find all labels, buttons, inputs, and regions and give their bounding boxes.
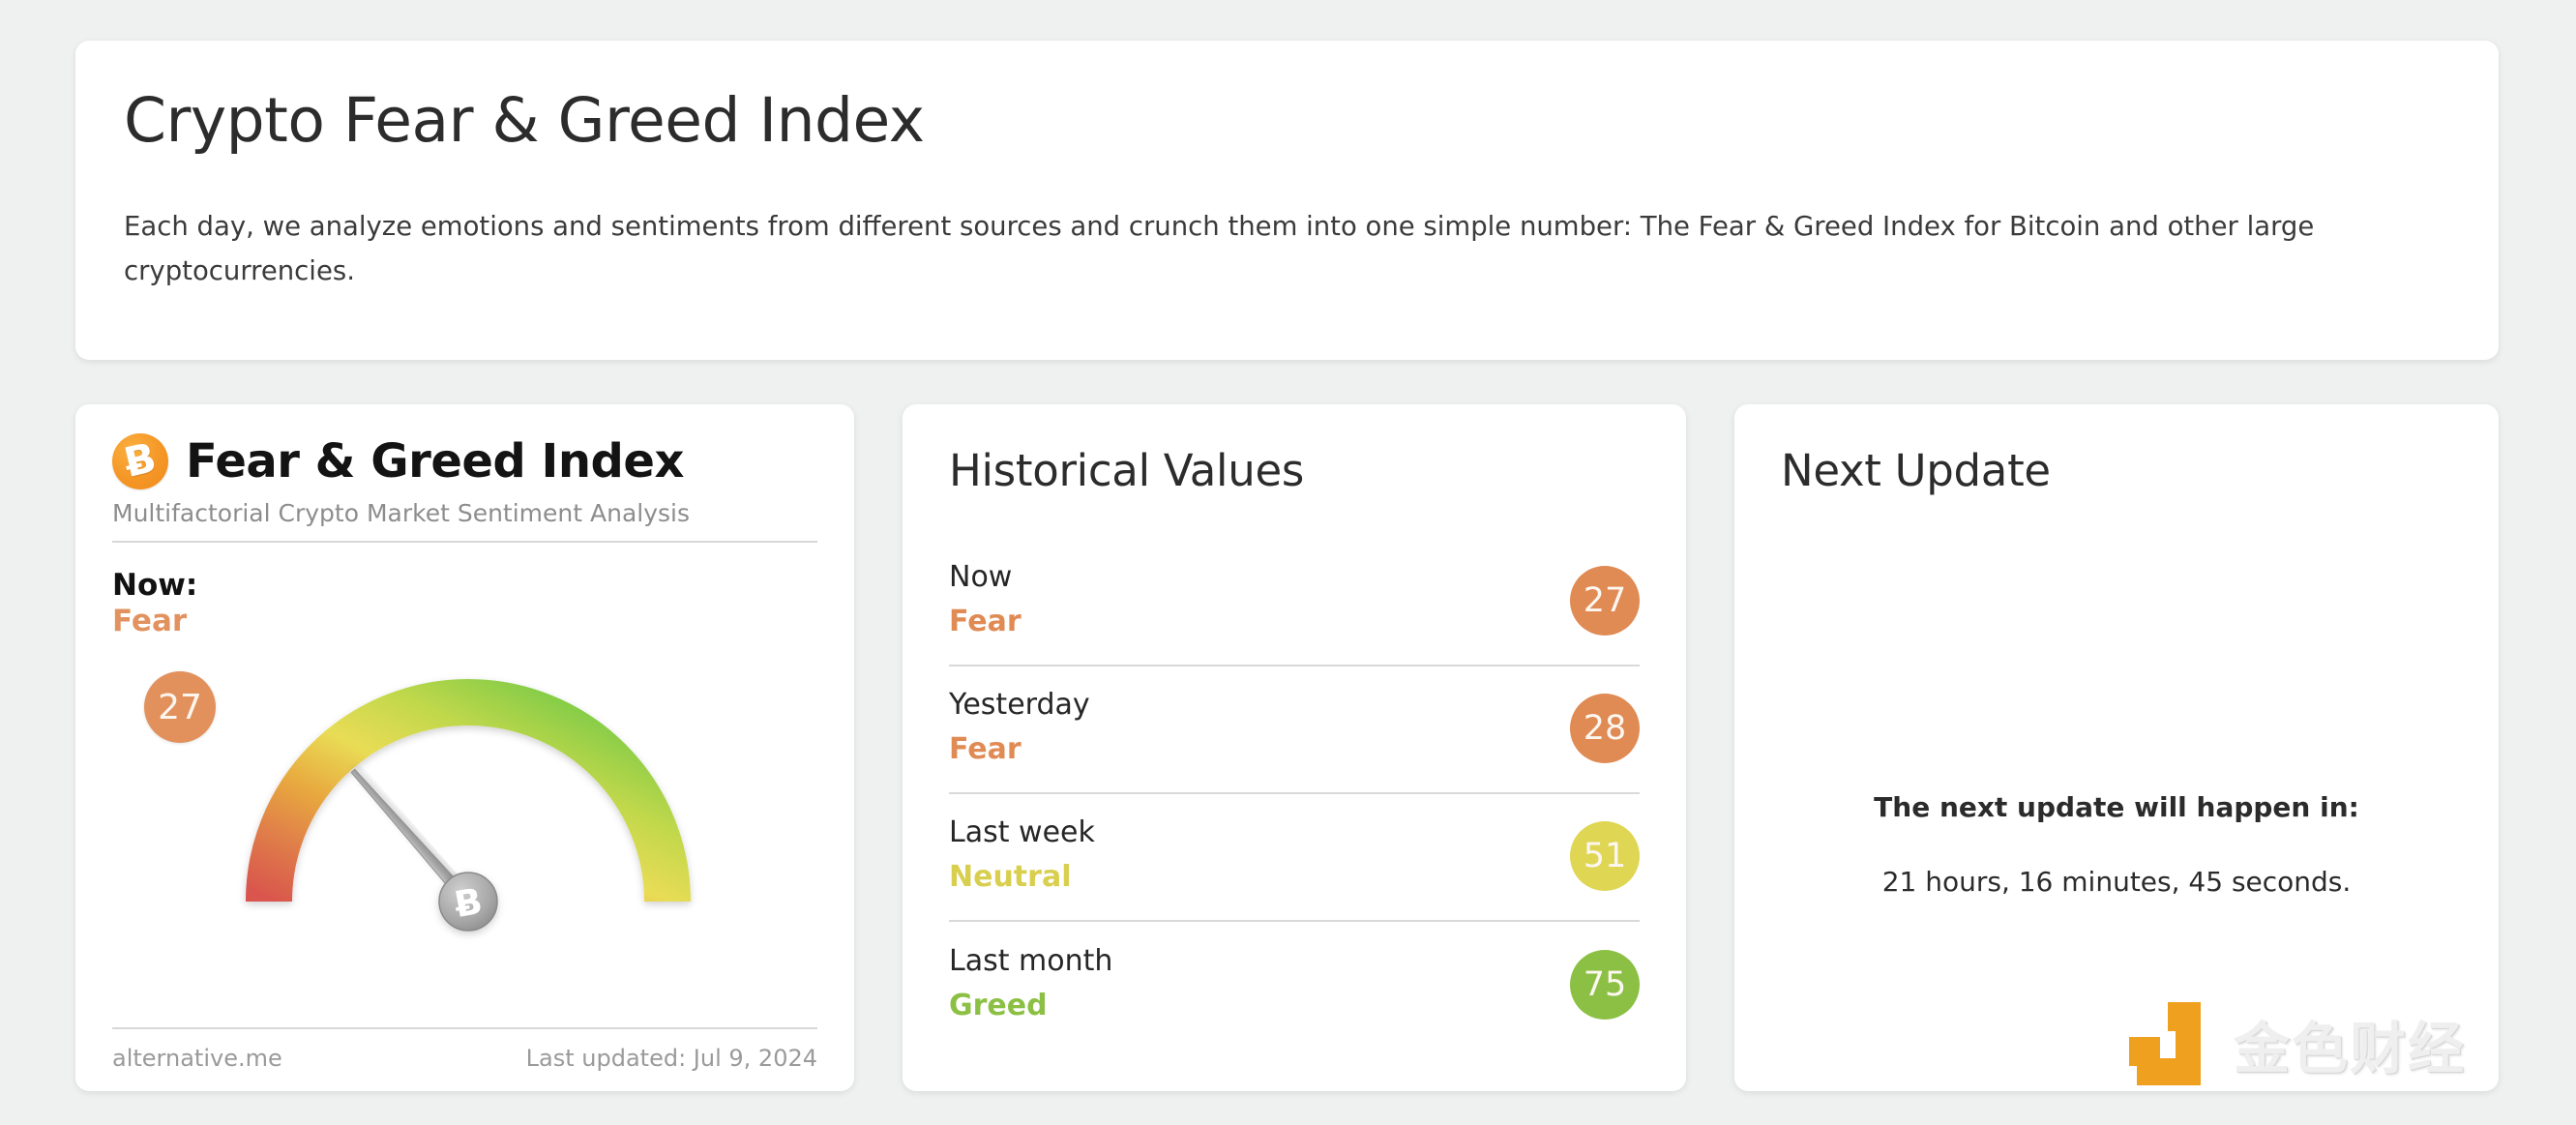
list-item: Yesterday Fear 28 bbox=[949, 666, 1640, 794]
gauge-card-subtitle: Multifactorial Crypto Market Sentiment A… bbox=[112, 499, 817, 543]
next-update-title: Next Update bbox=[1781, 445, 2051, 496]
history-entry-text: Now Fear bbox=[949, 558, 1022, 642]
bitcoin-glyph: Ƀ bbox=[119, 432, 161, 487]
watermark: 金色财经 bbox=[2128, 1002, 2466, 1085]
history-value-badge: 51 bbox=[1570, 821, 1640, 891]
history-entry-text: Yesterday Fear bbox=[949, 686, 1090, 770]
history-value-badge: 75 bbox=[1570, 950, 1640, 1020]
historical-values-list: Now Fear 27 Yesterday Fear 28 Last week bbox=[949, 539, 1640, 1050]
next-update-body: The next update will happen in: 21 hours… bbox=[1734, 791, 2499, 898]
gauge-card-header: Ƀ Fear & Greed Index bbox=[112, 433, 817, 489]
history-period: Now bbox=[949, 560, 1013, 595]
historical-values-card: Historical Values Now Fear 27 Yesterday … bbox=[903, 404, 1686, 1091]
history-period: Yesterday bbox=[949, 688, 1090, 723]
watermark-text: 金色财经 bbox=[2233, 1016, 2466, 1081]
history-classification: Neutral bbox=[949, 859, 1072, 894]
next-update-countdown: 21 hours, 16 minutes, 45 seconds. bbox=[1881, 866, 2352, 898]
page-title: Crypto Fear & Greed Index bbox=[124, 85, 925, 156]
history-period: Last week bbox=[949, 815, 1095, 850]
next-update-card: Next Update The next update will happen … bbox=[1734, 404, 2499, 1091]
card-row: Ƀ Fear & Greed Index Multifactorial Cryp… bbox=[75, 404, 2499, 1091]
history-value-badge: 27 bbox=[1570, 566, 1640, 636]
bitcoin-icon: Ƀ bbox=[112, 433, 168, 489]
now-label: Now: bbox=[112, 568, 198, 603]
jinse-logo-icon bbox=[2128, 1002, 2212, 1085]
fear-greed-gauge-card: Ƀ Fear & Greed Index Multifactorial Cryp… bbox=[75, 404, 854, 1091]
page-description: Each day, we analyze emotions and sentim… bbox=[124, 211, 2315, 287]
history-classification: Fear bbox=[949, 604, 1022, 638]
last-updated-text: Last updated: Jul 9, 2024 bbox=[525, 1045, 817, 1072]
history-classification: Fear bbox=[949, 731, 1022, 766]
history-entry-text: Last month Greed bbox=[949, 942, 1112, 1026]
intro-card: Crypto Fear & Greed Index Each day, we a… bbox=[75, 41, 2499, 360]
list-item: Now Fear 27 bbox=[949, 539, 1640, 666]
page-root: Crypto Fear & Greed Index Each day, we a… bbox=[0, 0, 2576, 1125]
history-entry-text: Last week Neutral bbox=[949, 814, 1095, 898]
list-item: Last week Neutral 51 bbox=[949, 794, 1640, 922]
list-item: Last month Greed 75 bbox=[949, 922, 1640, 1050]
gauge-card-title: Fear & Greed Index bbox=[186, 434, 684, 488]
next-update-headline: The next update will happen in: bbox=[1874, 791, 2359, 823]
history-period: Last month bbox=[949, 944, 1113, 979]
gauge-dial-icon: Ƀ bbox=[246, 679, 691, 932]
gauge-arc bbox=[246, 679, 691, 903]
source-link[interactable]: alternative.me bbox=[112, 1045, 282, 1072]
historical-values-title: Historical Values bbox=[949, 445, 1305, 496]
now-block: Now: Fear bbox=[112, 568, 817, 638]
gauge-card-footer: alternative.me Last updated: Jul 9, 2024 bbox=[112, 1027, 817, 1072]
history-classification: Greed bbox=[949, 988, 1048, 1022]
history-value-badge: 28 bbox=[1570, 694, 1640, 763]
gauge-visual: 27 Ƀ bbox=[112, 631, 817, 1027]
